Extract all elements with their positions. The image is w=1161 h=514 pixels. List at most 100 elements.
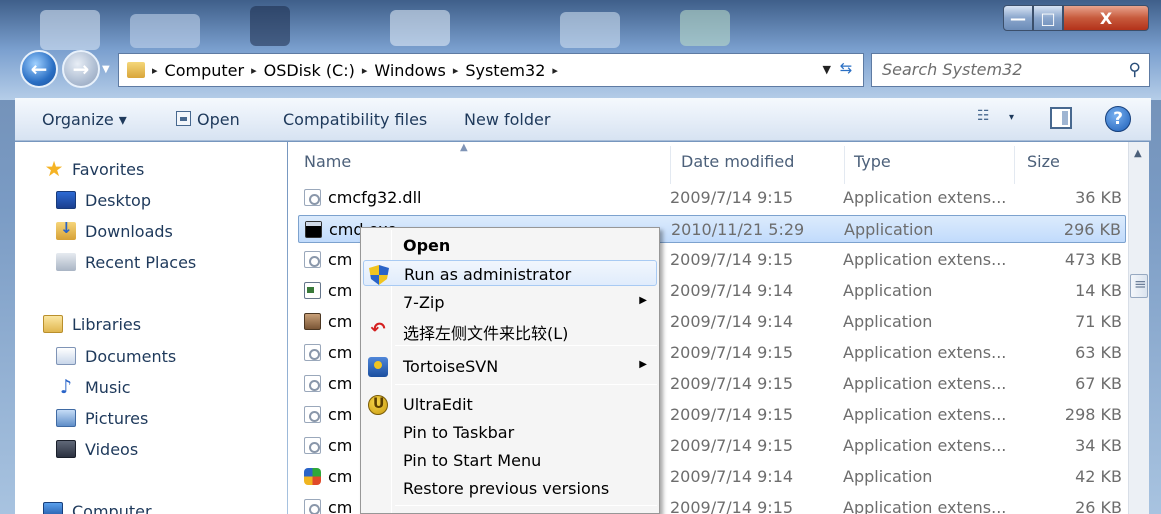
search-input[interactable]: Search System32 ⚲ [871, 53, 1150, 87]
column-divider[interactable] [844, 146, 845, 184]
menu-item-open[interactable]: Open [363, 232, 657, 258]
menu-item-7zip[interactable]: 7-Zip ▶ [363, 289, 657, 315]
file-type-icon [304, 468, 321, 485]
nav-music[interactable]: ♪ Music [56, 373, 131, 401]
compatibility-files-button[interactable]: Compatibility files [283, 110, 427, 129]
table-row[interactable]: cmcfg32.dll 2009/7/14 9:15 Application ext… [298, 184, 1126, 212]
file-type-icon [304, 189, 321, 206]
breadcrumb-separator[interactable]: ▸ [152, 64, 158, 77]
nav-documents-label: Documents [85, 346, 177, 366]
address-dropdown-icon[interactable]: ▼ [823, 63, 831, 76]
vertical-scrollbar[interactable]: ▲ [1128, 142, 1149, 514]
refresh-icon[interactable]: ⇆ [835, 59, 857, 81]
file-name: cm [328, 312, 353, 331]
nav-videos[interactable]: Videos [56, 435, 138, 463]
breadcrumb-separator[interactable]: ▸ [362, 64, 368, 77]
navigation-pane: ★ Favorites Desktop Downloads Recent Pla… [15, 142, 287, 514]
open-label: Open [197, 110, 240, 129]
background-blur [250, 6, 290, 46]
maximize-button[interactable]: □ [1033, 5, 1063, 31]
view-dropdown-icon[interactable]: ▾ [1009, 112, 1014, 123]
computer-icon [43, 502, 63, 514]
breadcrumb-computer[interactable]: Computer [165, 61, 245, 80]
forward-button[interactable]: → [62, 50, 100, 88]
minimize-button[interactable]: — [1003, 5, 1033, 31]
file-size: 26 KB [1075, 498, 1122, 514]
menu-item-run-as-administrator[interactable]: Run as administrator [363, 260, 657, 286]
menu-item-compare-left-label: 选择左侧文件来比较(L) [403, 324, 569, 343]
preview-pane-icon[interactable] [1050, 107, 1072, 129]
file-type-icon [304, 437, 321, 454]
file-date-modified: 2009/7/14 9:15 [670, 374, 794, 393]
menu-separator [395, 505, 657, 506]
file-type: Application [843, 467, 933, 486]
column-header-size[interactable]: Size [1027, 152, 1060, 171]
menu-item-ultraedit[interactable]: UltraEdit [363, 391, 657, 417]
file-date-modified: 2009/7/14 9:15 [670, 188, 794, 207]
organize-button[interactable]: Organize ▾ [42, 110, 127, 129]
nav-libraries[interactable]: Libraries [43, 310, 141, 338]
pictures-icon [56, 409, 76, 427]
menu-item-restore-previous-versions[interactable]: Restore previous versions [363, 475, 657, 501]
breadcrumb-separator[interactable]: ▸ [251, 64, 257, 77]
scrollbar-thumb[interactable] [1130, 274, 1148, 298]
file-type-icon [304, 313, 321, 330]
menu-separator [395, 345, 657, 346]
libraries-icon [43, 315, 63, 333]
menu-item-run-as-administrator-label: Run as administrator [404, 265, 572, 284]
back-arrow-icon: ← [30, 57, 48, 81]
file-type: Application [844, 220, 934, 239]
file-size: 14 KB [1075, 281, 1122, 300]
address-bar[interactable]: ▸ Computer ▸ OSDisk (C:) ▸ Windows ▸ Sys… [118, 53, 864, 87]
back-button[interactable]: ← [20, 50, 58, 88]
file-name: cm [328, 281, 353, 300]
column-divider[interactable] [1014, 146, 1015, 184]
new-folder-button[interactable]: New folder [464, 110, 550, 129]
submenu-arrow-icon: ▶ [639, 359, 647, 370]
file-name: cm [328, 467, 353, 486]
nav-documents[interactable]: Documents [56, 342, 176, 370]
search-placeholder: Search System32 [882, 60, 1023, 79]
column-header-date[interactable]: Date modified [681, 152, 794, 171]
breadcrumb-separator[interactable]: ▸ [552, 64, 558, 77]
background-blur [680, 10, 730, 46]
menu-item-pin-to-start-menu[interactable]: Pin to Start Menu [363, 447, 657, 473]
nav-favorites[interactable]: ★ Favorites [43, 155, 145, 183]
file-size: 42 KB [1075, 467, 1122, 486]
nav-pictures[interactable]: Pictures [56, 404, 148, 432]
menu-item-tortoisesvn[interactable]: TortoiseSVN ▶ [363, 353, 657, 379]
nav-libraries-label: Libraries [72, 314, 142, 334]
menu-item-pin-to-taskbar[interactable]: Pin to Taskbar [363, 419, 657, 445]
nav-downloads[interactable]: Downloads [56, 217, 173, 245]
recent-places-icon [56, 253, 76, 271]
menu-item-compare-left[interactable]: ↶ 选择左侧文件来比较(L) [363, 316, 657, 344]
downloads-icon [56, 219, 76, 240]
recent-pages-dropdown[interactable]: ▼ [102, 64, 110, 75]
close-button[interactable]: X [1063, 5, 1149, 31]
file-date-modified: 2009/7/14 9:14 [670, 312, 794, 331]
column-header-type[interactable]: Type [854, 152, 891, 171]
background-blur [390, 10, 450, 46]
breadcrumb-separator[interactable]: ▸ [453, 64, 459, 77]
file-date-modified: 2009/7/14 9:14 [670, 467, 794, 486]
nav-computer[interactable]: Computer [43, 497, 152, 514]
column-divider[interactable] [670, 146, 671, 184]
open-button[interactable]: Open [176, 110, 240, 129]
file-type-icon [304, 499, 321, 514]
nav-recent-places[interactable]: Recent Places [56, 248, 196, 276]
file-date-modified: 2009/7/14 9:15 [670, 405, 794, 424]
view-options-icon[interactable]: ☷ [977, 108, 999, 128]
help-icon[interactable]: ? [1105, 106, 1131, 132]
file-date-modified: 2009/7/14 9:15 [670, 436, 794, 455]
file-size: 36 KB [1075, 188, 1122, 207]
breadcrumb-osdisk[interactable]: OSDisk (C:) [264, 61, 355, 80]
nav-desktop[interactable]: Desktop [56, 186, 151, 214]
column-header-name[interactable]: Name [304, 152, 351, 171]
file-date-modified: 2009/7/14 9:15 [670, 250, 794, 269]
scroll-up-icon[interactable]: ▲ [1134, 148, 1142, 159]
file-type: Application extens... [843, 188, 1007, 207]
breadcrumb-system32[interactable]: System32 [465, 61, 545, 80]
search-icon[interactable]: ⚲ [1129, 60, 1141, 80]
breadcrumb-windows[interactable]: Windows [374, 61, 445, 80]
menu-item-tortoisesvn-label: TortoiseSVN [403, 357, 499, 376]
